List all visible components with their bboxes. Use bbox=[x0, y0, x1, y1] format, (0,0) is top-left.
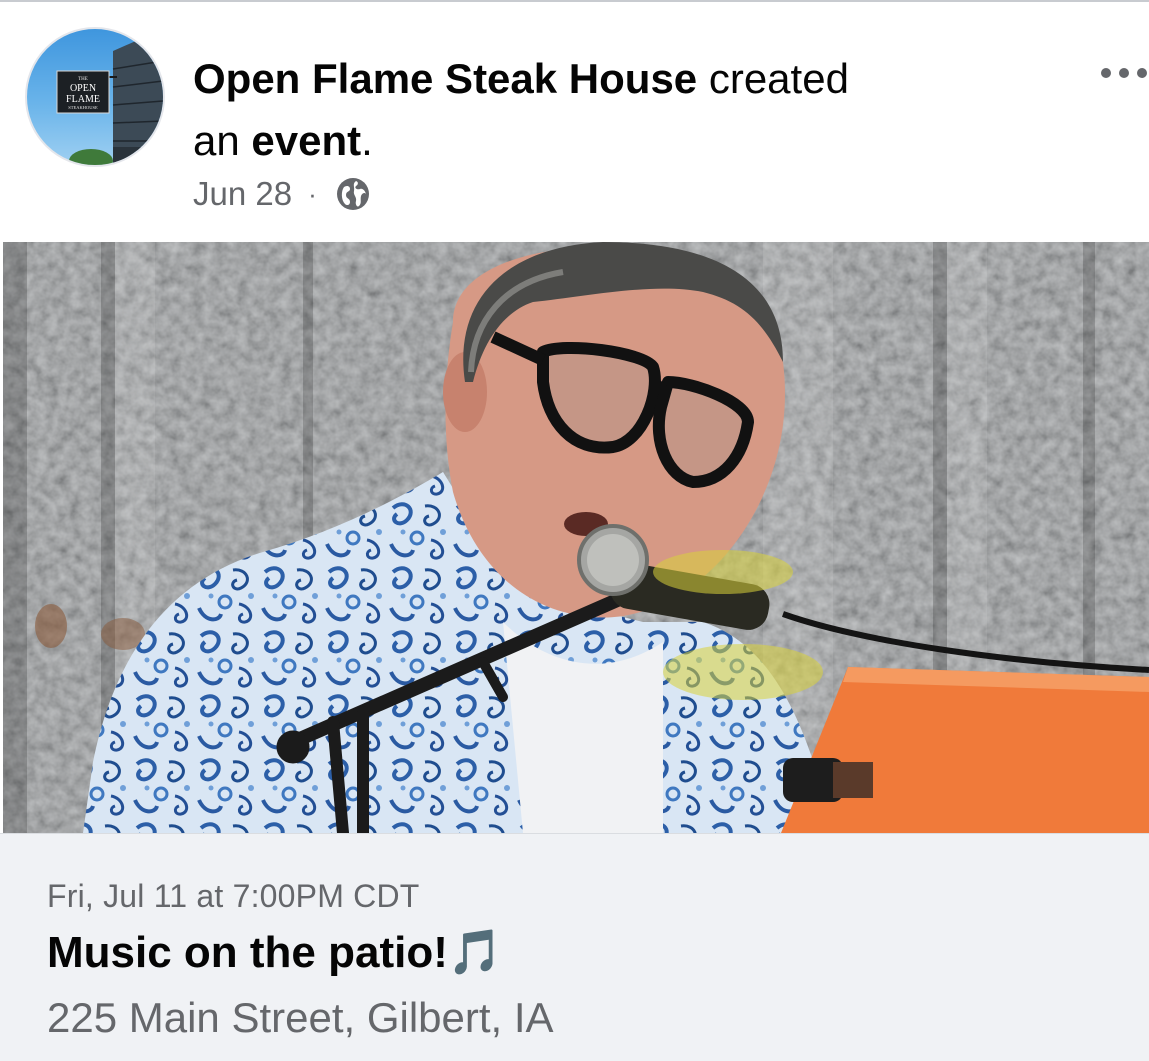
meta-separator: · bbox=[308, 178, 317, 209]
top-divider bbox=[0, 0, 1149, 2]
music-note-icon: 🎵 bbox=[447, 927, 503, 978]
post-action-period: . bbox=[361, 117, 373, 164]
post-header-text: Open Flame Steak House created an event. bbox=[193, 48, 993, 172]
post-action-event[interactable]: event bbox=[251, 117, 361, 164]
event-title-text: Music on the patio! bbox=[47, 928, 448, 977]
author-name-link[interactable]: Open Flame Steak House bbox=[193, 55, 697, 102]
event-location: 225 Main Street, Gilbert, IA bbox=[47, 994, 554, 1041]
more-options-button[interactable] bbox=[1098, 58, 1149, 88]
avatar-sign-line3: FLAME bbox=[66, 94, 100, 105]
page-avatar[interactable]: THE OPEN FLAME STEAKHOUSE bbox=[25, 27, 165, 167]
avatar-sign-line4: STEAKHOUSE bbox=[68, 105, 98, 110]
event-datetime: Fri, Jul 11 at 7:00PM CDT bbox=[47, 878, 420, 914]
event-card[interactable]: Fri, Jul 11 at 7:00PM CDT Music on the p… bbox=[0, 833, 1149, 1061]
post-meta: Jun 28 · bbox=[193, 172, 371, 216]
globe-icon[interactable] bbox=[335, 176, 371, 212]
avatar-sign-line2: OPEN bbox=[70, 83, 96, 94]
post-action-created: created bbox=[697, 55, 849, 102]
event-cover-photo[interactable] bbox=[3, 242, 1149, 833]
event-title[interactable]: Music on the patio!🎵 bbox=[47, 926, 503, 978]
avatar-sign-line1: THE bbox=[78, 77, 88, 82]
more-dots-icon bbox=[1101, 68, 1147, 78]
post-date[interactable]: Jun 28 bbox=[193, 175, 292, 213]
post-action-an: an bbox=[193, 117, 252, 164]
